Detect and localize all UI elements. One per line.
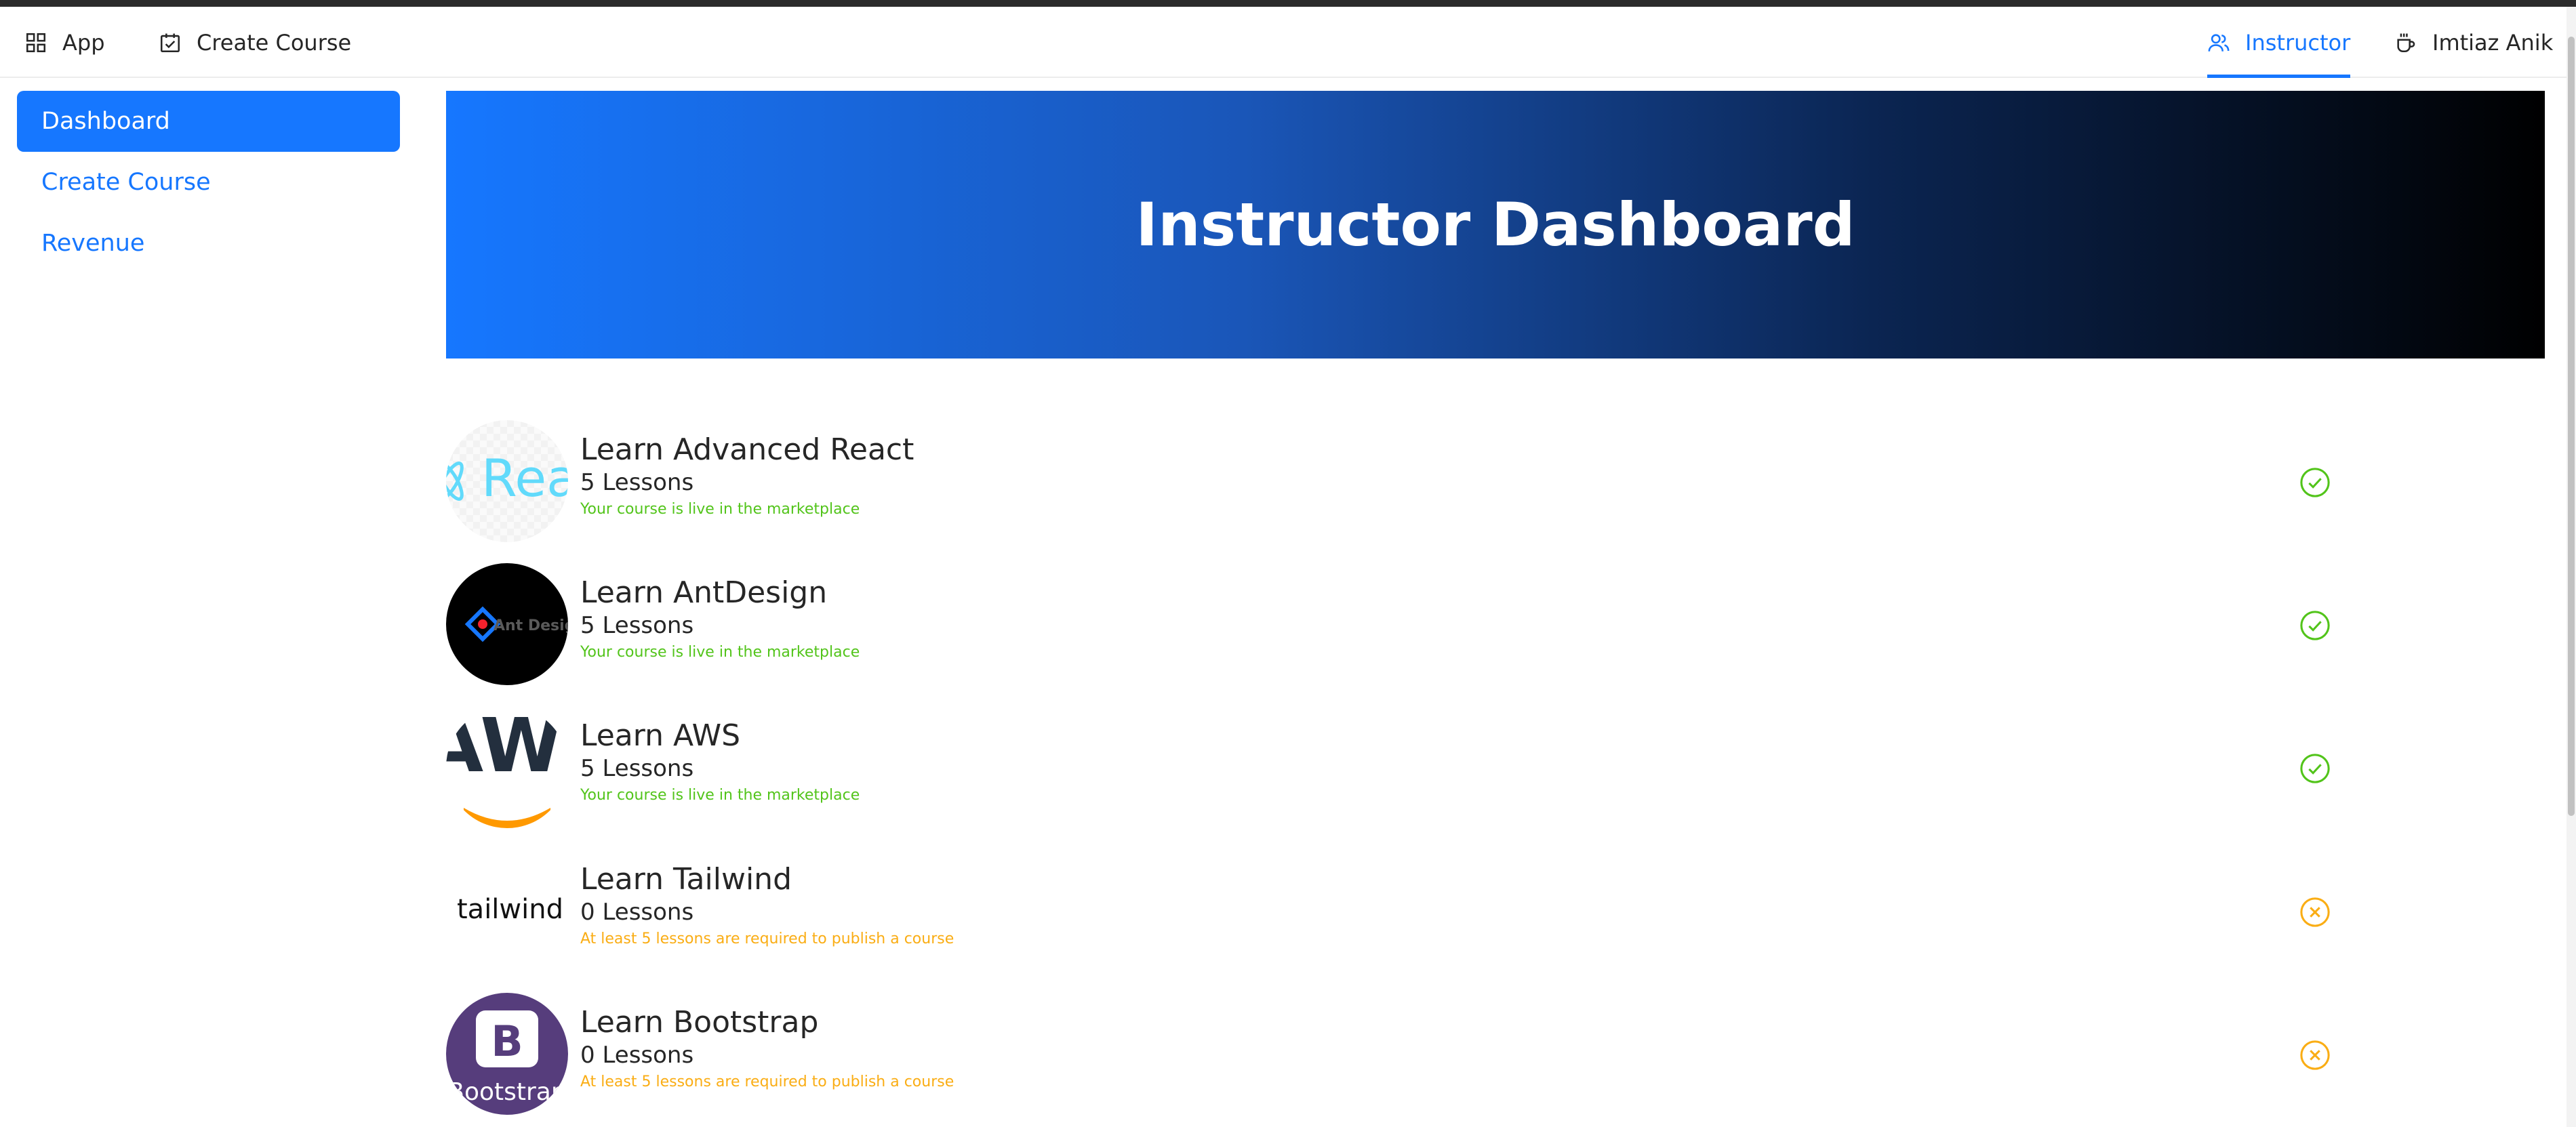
nav-user-name: Imtiaz Anik xyxy=(2432,29,2554,56)
svg-text:Ant Design: Ant Design xyxy=(494,617,568,634)
check-circle-icon[interactable] xyxy=(2299,610,2331,641)
sidebar-item-revenue[interactable]: Revenue xyxy=(17,213,400,274)
sidebar-item-create-course[interactable]: Create Course xyxy=(17,152,400,213)
course-status-text: Your course is live in the marketplace xyxy=(580,644,860,661)
nav-instructor[interactable]: Instructor xyxy=(2207,7,2351,78)
course-info: Learn Advanced React 5 Lessons Your cour… xyxy=(580,432,914,522)
course-item[interactable]: tailwind Learn Tailwind 0 Lessons At lea… xyxy=(446,850,2344,972)
course-status-text: Your course is live in the marketplace xyxy=(580,501,860,518)
course-item[interactable]: B Bootstrap Learn Bootstrap 0 Lessons At… xyxy=(446,993,2344,1115)
course-lessons-count: 5 Lessons xyxy=(580,469,694,496)
top-navbar: App Create Course Instructor Imtiaz Anik xyxy=(0,7,2576,78)
course-title[interactable]: Learn Advanced React xyxy=(580,432,914,468)
nav-app[interactable]: App xyxy=(24,7,105,78)
course-info: Learn AntDesign 5 Lessons Your course is… xyxy=(580,575,860,665)
nav-create-course-label: Create Course xyxy=(197,29,352,56)
hero-banner: Instructor Dashboard xyxy=(446,91,2545,358)
close-circle-icon[interactable] xyxy=(2299,897,2331,928)
course-title[interactable]: Learn Tailwind xyxy=(580,862,954,897)
course-lessons-count: 0 Lessons xyxy=(580,899,694,926)
course-lessons-count: 0 Lessons xyxy=(580,1042,694,1069)
course-info: Learn AWS 5 Lessons Your course is live … xyxy=(580,718,860,808)
nav-instructor-label: Instructor xyxy=(2245,29,2351,56)
course-status-text: At least 5 lessons are required to publi… xyxy=(580,930,954,947)
check-circle-icon[interactable] xyxy=(2299,467,2331,498)
sidebar: Dashboard Create Course Revenue xyxy=(0,79,414,1127)
sidebar-item-dashboard[interactable]: Dashboard xyxy=(17,91,400,152)
close-circle-icon[interactable] xyxy=(2299,1040,2331,1071)
course-thumbnail-tailwind: tailwind xyxy=(446,850,568,972)
course-title[interactable]: Learn Bootstrap xyxy=(580,1005,954,1040)
vertical-scrollbar[interactable] xyxy=(2567,7,2576,1127)
course-info: Learn Bootstrap 0 Lessons At least 5 les… xyxy=(580,1005,954,1094)
course-status-text: At least 5 lessons are required to publi… xyxy=(580,1073,954,1090)
sidebar-item-label: Create Course xyxy=(41,169,211,196)
course-thumbnail-react: Rea xyxy=(446,420,568,542)
course-lessons-count: 5 Lessons xyxy=(580,755,694,782)
course-thumbnail-antdesign: Ant Design xyxy=(446,563,568,685)
svg-text:tailwind: tailwind xyxy=(457,894,563,925)
nav-create-course[interactable]: Create Course xyxy=(159,7,351,78)
nav-app-label: App xyxy=(62,29,105,56)
course-thumbnail-aws: AWS xyxy=(446,706,568,828)
course-lessons-count: 5 Lessons xyxy=(580,612,694,639)
course-info: Learn Tailwind 0 Lessons At least 5 less… xyxy=(580,862,954,951)
carry-out-icon xyxy=(159,31,182,54)
course-title[interactable]: Learn AntDesign xyxy=(580,575,860,611)
svg-text:Bootstrap: Bootstrap xyxy=(447,1078,566,1106)
course-thumbnail-bootstrap: B Bootstrap xyxy=(446,993,568,1115)
sidebar-item-label: Dashboard xyxy=(41,108,170,135)
course-title[interactable]: Learn AWS xyxy=(580,718,860,754)
team-icon xyxy=(2207,31,2230,54)
svg-text:B: B xyxy=(491,1017,523,1066)
sidebar-item-label: Revenue xyxy=(41,230,145,257)
course-item[interactable]: AWS Learn AWS 5 Lessons Your course is l… xyxy=(446,706,2344,828)
check-circle-icon[interactable] xyxy=(2299,753,2331,784)
nav-user-menu[interactable]: Imtiaz Anik xyxy=(2394,7,2553,78)
svg-text:Rea: Rea xyxy=(481,448,568,508)
scrollbar-thumb[interactable] xyxy=(2568,37,2575,816)
window-top-strip xyxy=(0,0,2576,7)
course-item[interactable]: Rea Learn Advanced React 5 Lessons Your … xyxy=(446,420,2344,542)
course-status-text: Your course is live in the marketplace xyxy=(580,787,860,804)
appstore-icon xyxy=(24,31,47,54)
page-title: Instructor Dashboard xyxy=(1135,190,1855,260)
course-item[interactable]: Ant Design Learn AntDesign 5 Lessons You… xyxy=(446,563,2344,685)
svg-text:AWS: AWS xyxy=(446,706,568,789)
coffee-icon xyxy=(2394,31,2417,54)
